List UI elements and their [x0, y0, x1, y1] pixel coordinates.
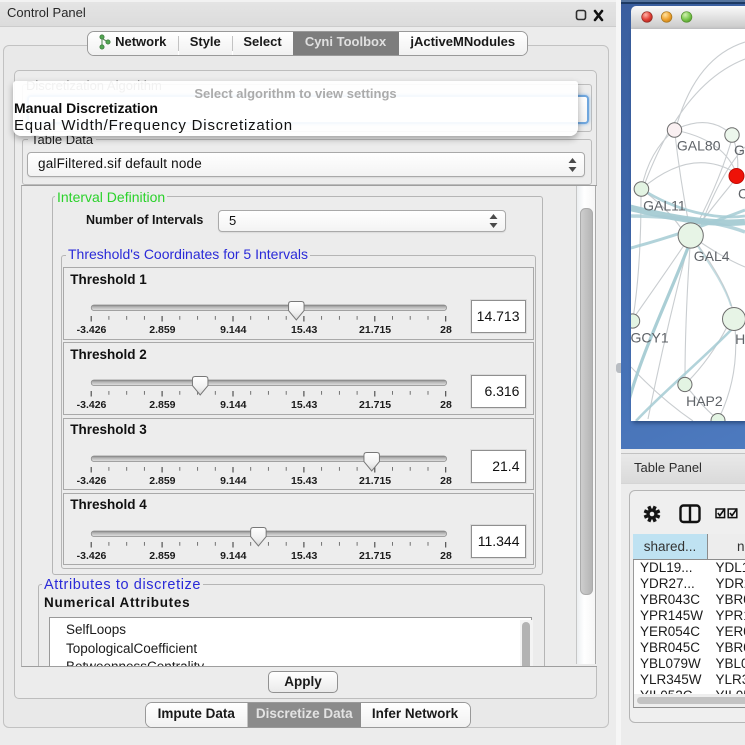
svg-text:GAL4: GAL4: [694, 248, 730, 264]
svg-text:CRP1: CRP1: [738, 186, 745, 202]
svg-text:GAL80: GAL80: [677, 138, 721, 154]
svg-text:GCY1: GCY1: [631, 330, 669, 346]
svg-text:HAP4: HAP4: [735, 331, 745, 347]
svg-text:HAP2: HAP2: [686, 393, 723, 409]
svg-text:GAL11: GAL11: [643, 198, 686, 214]
svg-text:GAL80R: GAL80R: [734, 142, 745, 158]
